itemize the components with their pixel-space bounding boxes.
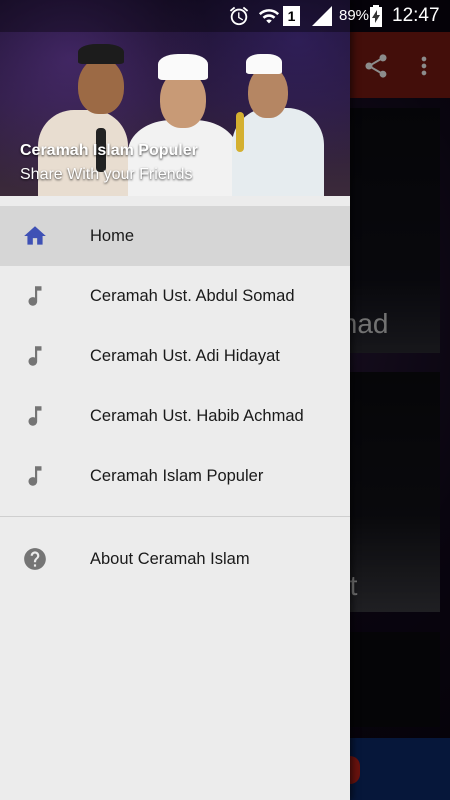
menu-item-adi-hidayat[interactable]: Ceramah Ust. Adi Hidayat xyxy=(0,326,350,386)
signal-icon xyxy=(312,6,332,26)
menu-item-abdul-somad[interactable]: Ceramah Ust. Abdul Somad xyxy=(0,266,350,326)
alarm-icon xyxy=(229,6,249,26)
clock: 12:47 xyxy=(392,5,440,26)
sim-badge: 1 xyxy=(283,6,300,26)
music-note-icon xyxy=(28,406,42,426)
menu-divider xyxy=(0,516,350,517)
menu-item-label: Home xyxy=(90,226,135,245)
menu-item-habib-achmad[interactable]: Ceramah Ust. Habib Achmad xyxy=(0,386,350,446)
menu-item-about[interactable]: About Ceramah Islam xyxy=(0,529,350,589)
music-note-icon xyxy=(28,286,42,306)
menu-item-label: Ceramah Ust. Abdul Somad xyxy=(90,286,295,305)
music-note-icon xyxy=(28,466,42,486)
drawer-title: Ceramah Islam Populer xyxy=(20,142,198,159)
drawer-subtitle: Share With your Friends xyxy=(20,166,193,183)
music-note-icon xyxy=(28,346,42,366)
help-circle-icon xyxy=(24,548,46,570)
navigation-drawer: Ceramah Islam Populer Share With your Fr… xyxy=(0,0,350,800)
menu-item-label: Ceramah Islam Populer xyxy=(90,466,264,485)
home-icon xyxy=(24,226,46,245)
drawer-menu: Home Ceramah Ust. Abdul Somad Ceramah Us… xyxy=(0,206,350,506)
menu-item-islam-populer[interactable]: Ceramah Islam Populer xyxy=(0,446,350,506)
menu-item-home[interactable]: Home xyxy=(0,206,350,266)
status-bar: 1 89% 12:47 xyxy=(0,0,450,32)
wifi-icon xyxy=(258,9,280,24)
battery-percent: 89% xyxy=(339,7,370,24)
menu-item-label: Ceramah Ust. Habib Achmad xyxy=(90,406,304,425)
menu-item-label: Ceramah Ust. Adi Hidayat xyxy=(90,346,280,365)
menu-item-label: About Ceramah Islam xyxy=(90,549,250,568)
battery-charging-icon xyxy=(370,5,382,27)
